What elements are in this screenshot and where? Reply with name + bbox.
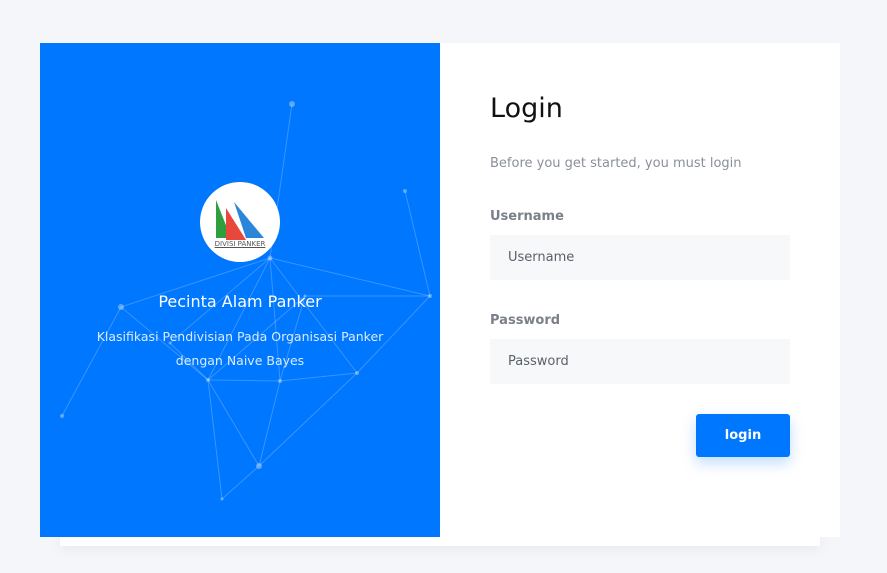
brand-subtitle: Klasifikasi Pendivisian Pada Organisasi … <box>96 329 384 368</box>
password-label: Password <box>490 313 561 328</box>
brand-block: DIVISI PANKER Pecinta Alam Panker Klasif… <box>40 182 440 373</box>
login-card: DIVISI PANKER Pecinta Alam Panker Klasif… <box>40 43 840 537</box>
logo: DIVISI PANKER <box>200 182 280 262</box>
password-input[interactable] <box>490 339 790 384</box>
page-title: Login <box>490 93 563 124</box>
login-panel: Login Before you get started, you must l… <box>440 43 840 537</box>
brand-panel: DIVISI PANKER Pecinta Alam Panker Klasif… <box>40 43 440 537</box>
brand-title: Pecinta Alam Panker <box>158 292 322 311</box>
username-label: Username <box>490 209 564 224</box>
logo-caption: DIVISI PANKER <box>214 240 266 248</box>
login-button[interactable]: login <box>696 414 790 457</box>
sail-logo-icon <box>216 200 264 240</box>
username-input[interactable] <box>490 235 790 280</box>
login-subtitle: Before you get started, you must login <box>490 156 742 171</box>
